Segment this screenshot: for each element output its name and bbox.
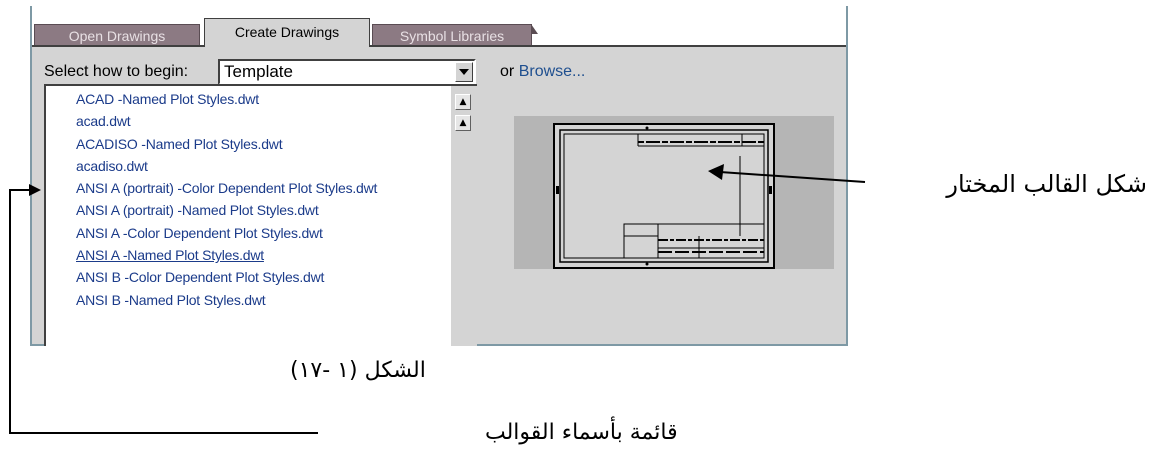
template-list-item[interactable]: ANSI A -Color Dependent Plot Styles.dwt <box>76 222 377 244</box>
template-list-items: ACAD -Named Plot Styles.dwt acad.dwt ACADI… <box>76 88 377 311</box>
template-list-item[interactable]: acad.dwt <box>76 110 377 132</box>
figure-caption: الشكل (١ -١٧) <box>290 358 426 383</box>
scroll-top-icon[interactable]: ▲ <box>455 94 471 110</box>
or-label: or <box>500 63 515 80</box>
template-list-item[interactable]: ANSI A -Named Plot Styles.dwt <box>76 244 377 266</box>
tab-symbol-libraries-label: Symbol Libraries <box>399 28 505 44</box>
or-browse-text: or Browse... <box>500 63 585 81</box>
template-list-item[interactable]: ANSI B -Named Plot Styles.dwt <box>76 289 377 311</box>
template-preview <box>514 116 834 269</box>
template-list-item[interactable]: ACAD -Named Plot Styles.dwt <box>76 88 377 110</box>
tab-divider <box>32 45 846 47</box>
select-how-to-begin-label: Select how to begin: <box>44 63 189 80</box>
template-list[interactable]: ACAD -Named Plot Styles.dwt acad.dwt ACADI… <box>44 84 477 346</box>
begin-mode-select[interactable]: Template <box>218 59 476 85</box>
template-list-item[interactable]: acadiso.dwt <box>76 155 377 177</box>
tab-create-drawings[interactable]: Create Drawings <box>204 18 370 47</box>
tab-create-drawings-label: Create Drawings <box>234 24 340 40</box>
tab-symbol-libraries[interactable]: Symbol Libraries <box>372 24 538 46</box>
template-list-item[interactable]: ANSI A (portrait) -Color Dependent Plot … <box>76 177 377 199</box>
template-list-item[interactable]: ACADISO -Named Plot Styles.dwt <box>76 133 377 155</box>
tab-bar: Open Drawings Create Drawings Symbol Lib… <box>32 6 846 47</box>
browse-link[interactable]: Browse... <box>519 63 586 80</box>
tab-open-drawings[interactable]: Open Drawings <box>34 24 200 46</box>
chevron-down-icon[interactable] <box>455 62 473 82</box>
scroll-up-icon[interactable]: ▲ <box>455 115 471 131</box>
tab-corner <box>531 24 538 34</box>
template-list-item[interactable]: ANSI A (portrait) -Named Plot Styles.dwt <box>76 199 377 221</box>
begin-mode-value: Template <box>224 62 293 81</box>
create-drawings-dialog: Open Drawings Create Drawings Symbol Lib… <box>30 6 848 346</box>
list-scrollbar[interactable]: ▲ ▲ <box>451 86 477 346</box>
selected-template-shape-note: شكل القالب المختار <box>946 170 1147 198</box>
template-list-item[interactable]: ANSI B -Color Dependent Plot Styles.dwt <box>76 266 377 288</box>
tab-open-drawings-label: Open Drawings <box>68 28 166 44</box>
title-block-preview-icon <box>553 123 775 269</box>
template-names-list-note: قائمة بأسماء القوالب <box>485 420 678 445</box>
